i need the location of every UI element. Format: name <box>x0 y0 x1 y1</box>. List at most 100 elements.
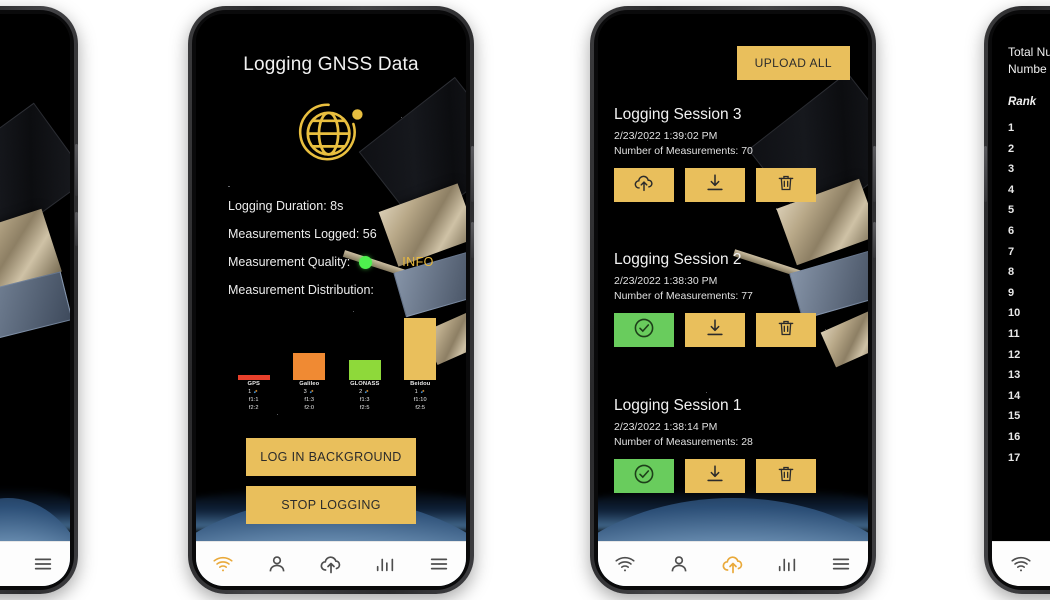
satellite-count: 1 <box>393 388 449 396</box>
number-label: Numbe <box>1008 62 1047 76</box>
session-timestamp: 2/23/2022 1:38:30 PM <box>614 275 718 287</box>
total-number-label: Total Nu <box>1008 45 1050 59</box>
check-circle-icon-button[interactable] <box>614 313 674 347</box>
f1-label: f1:3 <box>304 397 315 403</box>
cloud-upload-icon-button[interactable] <box>614 168 674 202</box>
rank-item: 12 <box>1008 348 1021 361</box>
trash-icon-button[interactable] <box>756 168 816 202</box>
trash-icon-button[interactable] <box>756 313 816 347</box>
cloud-upload-icon[interactable] <box>318 551 344 577</box>
satellite-count: 2 <box>337 388 393 396</box>
rank-item: 4 <box>1008 183 1015 196</box>
phone-2: Logging GNSS Data Logging Duration: 8s M… <box>188 6 474 594</box>
download-icon <box>704 317 726 344</box>
rank-item: 11 <box>1008 327 1020 340</box>
rank-item: 3 <box>1008 163 1015 176</box>
trash-icon <box>776 463 796 490</box>
measurement-quality-row: Measurement Quality: INFO <box>228 248 452 276</box>
chart-bar-labels: GPS 1 f1:1 f2:2 Galileo 3 f1:3 f2:0 GLONASS 2 f1:3… <box>226 380 448 412</box>
wifi-icon[interactable] <box>1008 551 1034 577</box>
rank-item: 16 <box>1008 430 1021 443</box>
measurement-distribution-row: Measurement Distribution: <box>228 276 452 304</box>
stop-logging-button[interactable]: STOP LOGGING <box>246 486 416 524</box>
volume-button[interactable] <box>75 144 78 196</box>
rank-item: 13 <box>1008 369 1021 382</box>
rank-item: 6 <box>1008 224 1015 237</box>
menu-icon[interactable] <box>426 551 452 577</box>
chart-bar-label: Galileo 3 f1:3 f2:0 <box>282 380 338 412</box>
download-icon-button[interactable] <box>685 313 745 347</box>
rank-item: 5 <box>1008 204 1015 217</box>
rank-item: 1 <box>1008 122 1015 134</box>
bar-chart-icon[interactable] <box>774 551 800 577</box>
power-button[interactable] <box>75 212 78 246</box>
phone-4-bottom-nav <box>992 541 1050 586</box>
volume-button[interactable] <box>984 146 987 202</box>
f1-label: f1:1 <box>248 397 259 403</box>
person-icon[interactable] <box>264 551 290 577</box>
menu-icon[interactable] <box>828 551 854 577</box>
trash-icon-button[interactable] <box>756 459 816 493</box>
menu-icon[interactable] <box>30 551 56 577</box>
cloud-upload-icon[interactable] <box>720 551 746 577</box>
upload-all-button[interactable]: UPLOAD ALL <box>736 46 850 80</box>
satellite-count: 3 <box>282 388 338 396</box>
quality-status-dot <box>359 255 373 269</box>
logging-duration-row: Logging Duration: 8s <box>228 192 452 220</box>
person-icon[interactable] <box>666 551 692 577</box>
check-circle-icon <box>632 462 656 491</box>
volume-button[interactable] <box>873 146 876 202</box>
phone-3-bottom-nav <box>598 541 868 586</box>
download-icon-button[interactable] <box>685 459 745 493</box>
rank-item: 10 <box>1008 307 1021 320</box>
wifi-icon[interactable] <box>612 551 638 577</box>
check-circle-icon-button[interactable] <box>614 459 674 493</box>
wifi-icon[interactable] <box>210 551 236 577</box>
rank-column-header: Rank <box>1008 96 1037 108</box>
chart-bar <box>348 360 381 380</box>
log-in-background-button[interactable]: LOG IN BACKGROUND <box>246 438 416 476</box>
trash-icon <box>776 172 796 199</box>
phone-2-bottom-nav <box>196 541 466 586</box>
check-circle-icon <box>632 316 656 345</box>
info-link[interactable]: INFO <box>402 248 433 276</box>
session-card[interactable]: Logging Session 3 2/23/2022 1:39:02 PM Num… <box>614 106 856 202</box>
bar-chart-icon[interactable] <box>372 551 398 577</box>
session-actions <box>614 313 856 347</box>
power-button[interactable] <box>471 222 474 258</box>
session-card[interactable]: Logging Session 2 2/23/2022 1:38:30 PM Num… <box>614 251 856 347</box>
stats-block: Logging Duration: 8s Measurements Logged… <box>228 192 452 304</box>
power-button[interactable] <box>873 222 876 258</box>
satellite-count: 1 <box>226 388 282 396</box>
rank-item: 14 <box>1008 389 1021 402</box>
session-measurements: Number of Measurements: 28 <box>614 436 753 448</box>
rank-item: 9 <box>1008 286 1015 299</box>
download-icon-button[interactable] <box>685 168 745 202</box>
satellite-graphic <box>0 102 70 394</box>
f2-label: f2:5 <box>359 405 370 411</box>
phone-4-screen: Total Nu Numbe Rank 1 2 3 4 5 6 7 8 9 10 11 12 13 14 1… <box>992 14 1050 586</box>
session-actions <box>614 459 856 493</box>
chart-bar <box>293 353 326 380</box>
rank-list: 1 2 3 4 5 6 7 8 9 10 11 12 13 14 15 16 17 <box>1008 118 1020 468</box>
session-actions <box>614 168 856 202</box>
f2-label: f2:2 <box>248 405 259 411</box>
chart-bar-label: GPS 1 f1:1 f2:2 <box>226 380 282 412</box>
session-measurements: Number of Measurements: 70 <box>614 145 753 157</box>
phone-4-partial: Total Nu Numbe Rank 1 2 3 4 5 6 7 8 9 10 11 12 13 14 1… <box>984 6 1050 594</box>
f1-label: f1:3 <box>359 397 370 403</box>
session-title: Logging Session 2 <box>614 251 742 268</box>
session-timestamp: 2/23/2022 1:39:02 PM <box>614 130 718 142</box>
phone-2-screen: Logging GNSS Data Logging Duration: 8s M… <box>196 14 466 586</box>
phone-1-bottom-nav <box>0 541 70 586</box>
measurements-logged-row: Measurements Logged: 56 <box>228 220 452 248</box>
download-icon <box>704 172 726 199</box>
rank-item: 17 <box>1008 451 1021 464</box>
chart-bars <box>226 314 448 380</box>
volume-button[interactable] <box>471 146 474 202</box>
chart-bar-label: Beidou 1 f1:10 f2:5 <box>393 380 449 412</box>
chart-bar-column <box>337 360 393 380</box>
rank-item: 2 <box>1008 142 1015 155</box>
session-timestamp: 2/23/2022 1:38:14 PM <box>614 421 718 433</box>
session-card[interactable]: Logging Session 1 2/23/2022 1:38:14 PM Num… <box>614 397 856 493</box>
